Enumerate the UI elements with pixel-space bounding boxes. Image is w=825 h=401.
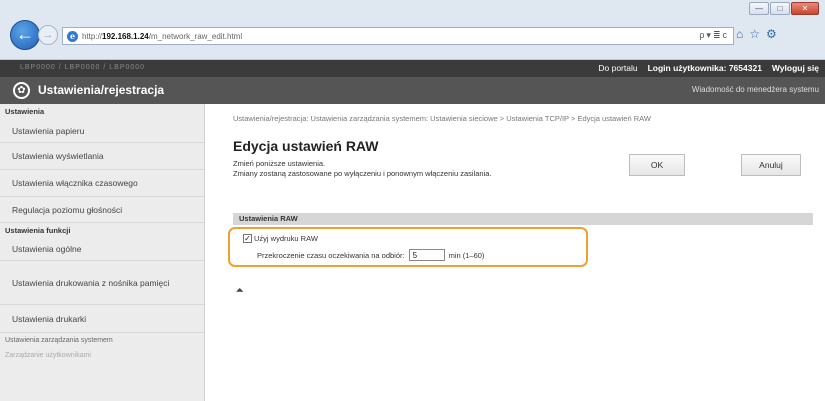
favorites-star-icon[interactable]: ☆ (749, 27, 760, 41)
sidebar-item-printer[interactable]: Ustawienia drukarki (0, 305, 204, 333)
settings-gear-icon[interactable]: ⚙ (766, 27, 777, 41)
use-raw-row: ✓ Użyj wydruku RAW (243, 234, 318, 243)
address-tools[interactable]: ρ▾≣c (699, 30, 729, 41)
minimize-button[interactable]: — (749, 2, 769, 15)
breadcrumb: Ustawienia/rejestracja: Ustawienia zarzą… (233, 114, 651, 123)
instructions: Zmień poniższe ustawienia. Zmiany zostan… (233, 159, 491, 179)
timeout-input[interactable] (408, 249, 445, 261)
sidebar-item-display[interactable]: Ustawienia wyświetlania (0, 143, 204, 170)
maximize-button[interactable]: □ (770, 2, 790, 15)
forward-arrow-icon[interactable]: → (38, 25, 58, 45)
timeout-unit: min (1–60) (448, 250, 485, 260)
use-raw-label: Użyj wydruku RAW (254, 234, 318, 243)
close-window-button[interactable]: ✕ (791, 2, 819, 15)
top-bar: LBP0000 / LBP0000 / LBP0000 Do portalu L… (0, 60, 825, 77)
page-section-title: Ustawienia/rejestracja (38, 83, 165, 97)
browser-toolbar-icons: ⌂ ☆ ⚙ (736, 27, 777, 41)
instruction-line-1: Zmień poniższe ustawienia. (233, 159, 326, 168)
top-links: Do portalu Login użytkownika: 7654321 Wy… (598, 63, 819, 73)
timeout-label: Przekroczenie czasu oczekiwania na odbió… (257, 250, 405, 260)
scroll-to-top-icon[interactable]: ⏶ (236, 285, 243, 296)
sidebar-item-general[interactable]: Ustawienia ogólne (0, 238, 204, 261)
main-content: Ustawienia/rejestracja: Ustawienia zarzą… (205, 104, 825, 401)
device-model: LBP0000 / LBP0000 / LBP0000 (20, 64, 146, 71)
home-icon[interactable]: ⌂ (736, 27, 743, 41)
ok-button[interactable]: OK (629, 154, 685, 176)
cancel-button[interactable]: Anuluj (741, 154, 801, 176)
sidebar-section-functions: Ustawienia funkcji (5, 226, 71, 235)
url-text: http://192.168.1.24/m_network_raw_edit.h… (82, 31, 243, 41)
sidebar: Ustawienia Ustawienia papieru Ustawienia… (0, 104, 205, 401)
sidebar-item-user-management[interactable]: Zarządzanie użytkownikami (0, 348, 204, 363)
sidebar-item-paper[interactable]: Ustawienia papieru (0, 119, 204, 143)
logout-link[interactable]: Wyloguj się (772, 63, 819, 73)
portal-link[interactable]: Do portalu (598, 63, 637, 73)
settings-gear-icon: ✿ (13, 82, 30, 99)
login-info: Login użytkownika: 7654321 (647, 63, 762, 73)
sidebar-item-timer[interactable]: Ustawienia włącznika czasowego (0, 170, 204, 197)
sidebar-section-system: Ustawienia zarządzania systemem (5, 337, 113, 344)
address-bar[interactable]: e http://192.168.1.24/m_network_raw_edit… (62, 27, 734, 45)
browser-chrome: — □ ✕ ← → e http://192.168.1.24/m_networ… (0, 0, 825, 60)
timeout-row: Przekroczenie czasu oczekiwania na odbió… (257, 249, 484, 261)
instruction-line-2: Zmiany zostaną zastosowane po wyłączeniu… (233, 169, 492, 178)
raw-settings-header: Ustawienia RAW (233, 213, 813, 225)
highlight-outline (228, 227, 588, 267)
window-controls: — □ ✕ (749, 2, 819, 15)
title-bar: ✿ Ustawienia/rejestracja Wiadomość do me… (0, 77, 825, 104)
use-raw-checkbox[interactable]: ✓ (243, 234, 252, 243)
message-to-admin-link[interactable]: Wiadomość do menedżera systemu (692, 85, 819, 94)
sidebar-section-settings: Ustawienia (5, 107, 45, 116)
sidebar-item-volume[interactable]: Regulacja poziomu głośności (0, 197, 204, 223)
page-title: Edycja ustawień RAW (233, 138, 379, 154)
sidebar-item-memory-print[interactable]: Ustawienia drukowania z nośnika pamięci (0, 261, 204, 305)
browser-page-icon: e (67, 30, 78, 42)
back-arrow-icon[interactable]: ← (10, 20, 40, 50)
